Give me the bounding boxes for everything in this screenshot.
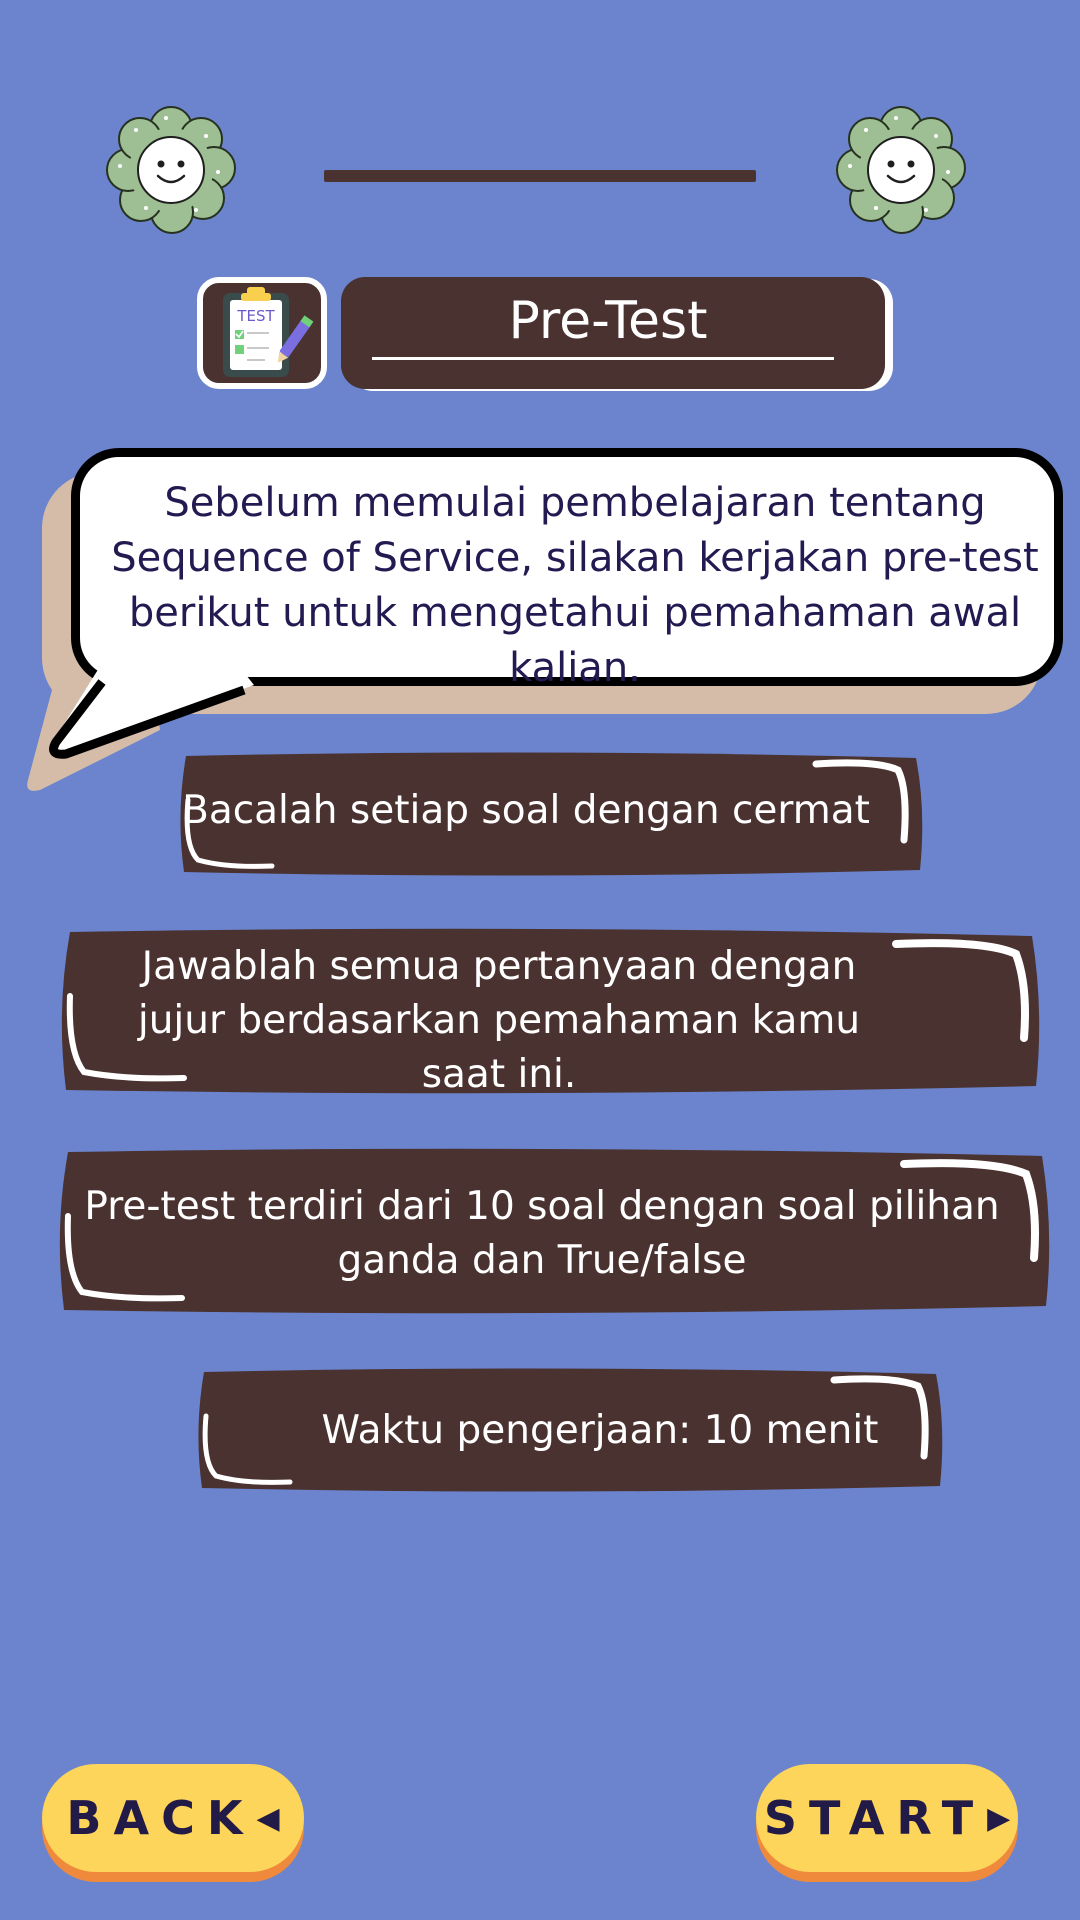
instruction-card-4: Waktu pengerjaan: 10 menit: [194, 1366, 946, 1494]
test-clipboard-icon: TEST: [197, 277, 327, 389]
instruction-card-2: Jawablah semua pertanyaan dengan jujur b…: [56, 926, 1042, 1097]
instruction-text-line: Pre-test terdiri dari 10 soal dengan soa…: [84, 1184, 1000, 1229]
start-button-label: START: [763, 1791, 986, 1845]
instruction-text: Waktu pengerjaan: 10 menit: [321, 1408, 879, 1453]
instruction-text: Bacalah setiap soal dengan cermat: [182, 788, 870, 833]
back-button[interactable]: BACK ◀: [42, 1764, 304, 1872]
page-title: Pre-Test: [508, 291, 708, 351]
intro-text-line: Sebelum memulai pembelajaran tentang: [164, 480, 986, 526]
instruction-text-line: Jawablah semua pertanyaan dengan: [141, 944, 857, 989]
instruction-card-1: Bacalah setiap soal dengan cermat: [176, 750, 926, 878]
instruction-card-3: Pre-test terdiri dari 10 soal dengan soa…: [54, 1146, 1052, 1316]
smiling-flower-icon-left: [106, 106, 236, 236]
instruction-text: Pre-test terdiri dari 10 soal dengan soa…: [54, 1180, 1030, 1288]
intro-text-line: berikut untuk mengetahui pemahaman awal …: [128, 590, 1022, 691]
instruction-text-line: ganda dan True/false: [337, 1238, 747, 1283]
intro-text: Sebelum memulai pembelajaran tentang Seq…: [90, 476, 1060, 696]
instruction-text-line: jujur berdasarkan pemahaman kamu: [137, 998, 861, 1043]
test-icon-label: TEST: [236, 307, 275, 325]
start-button[interactable]: START ▶: [756, 1764, 1018, 1872]
intro-text-line: Sequence of Service, silakan kerjakan pr…: [111, 535, 1039, 581]
smiling-flower-icon-right: [836, 106, 966, 236]
title-underline: [372, 357, 834, 360]
caret-left-icon: ◀: [256, 1800, 280, 1836]
top-divider: [324, 170, 756, 182]
title-banner: Pre-Test: [341, 277, 885, 389]
instruction-text-line: saat ini.: [421, 1052, 577, 1097]
instruction-text: Jawablah semua pertanyaan dengan jujur b…: [56, 940, 942, 1102]
caret-right-icon: ▶: [987, 1800, 1011, 1836]
back-button-label: BACK: [66, 1791, 255, 1845]
